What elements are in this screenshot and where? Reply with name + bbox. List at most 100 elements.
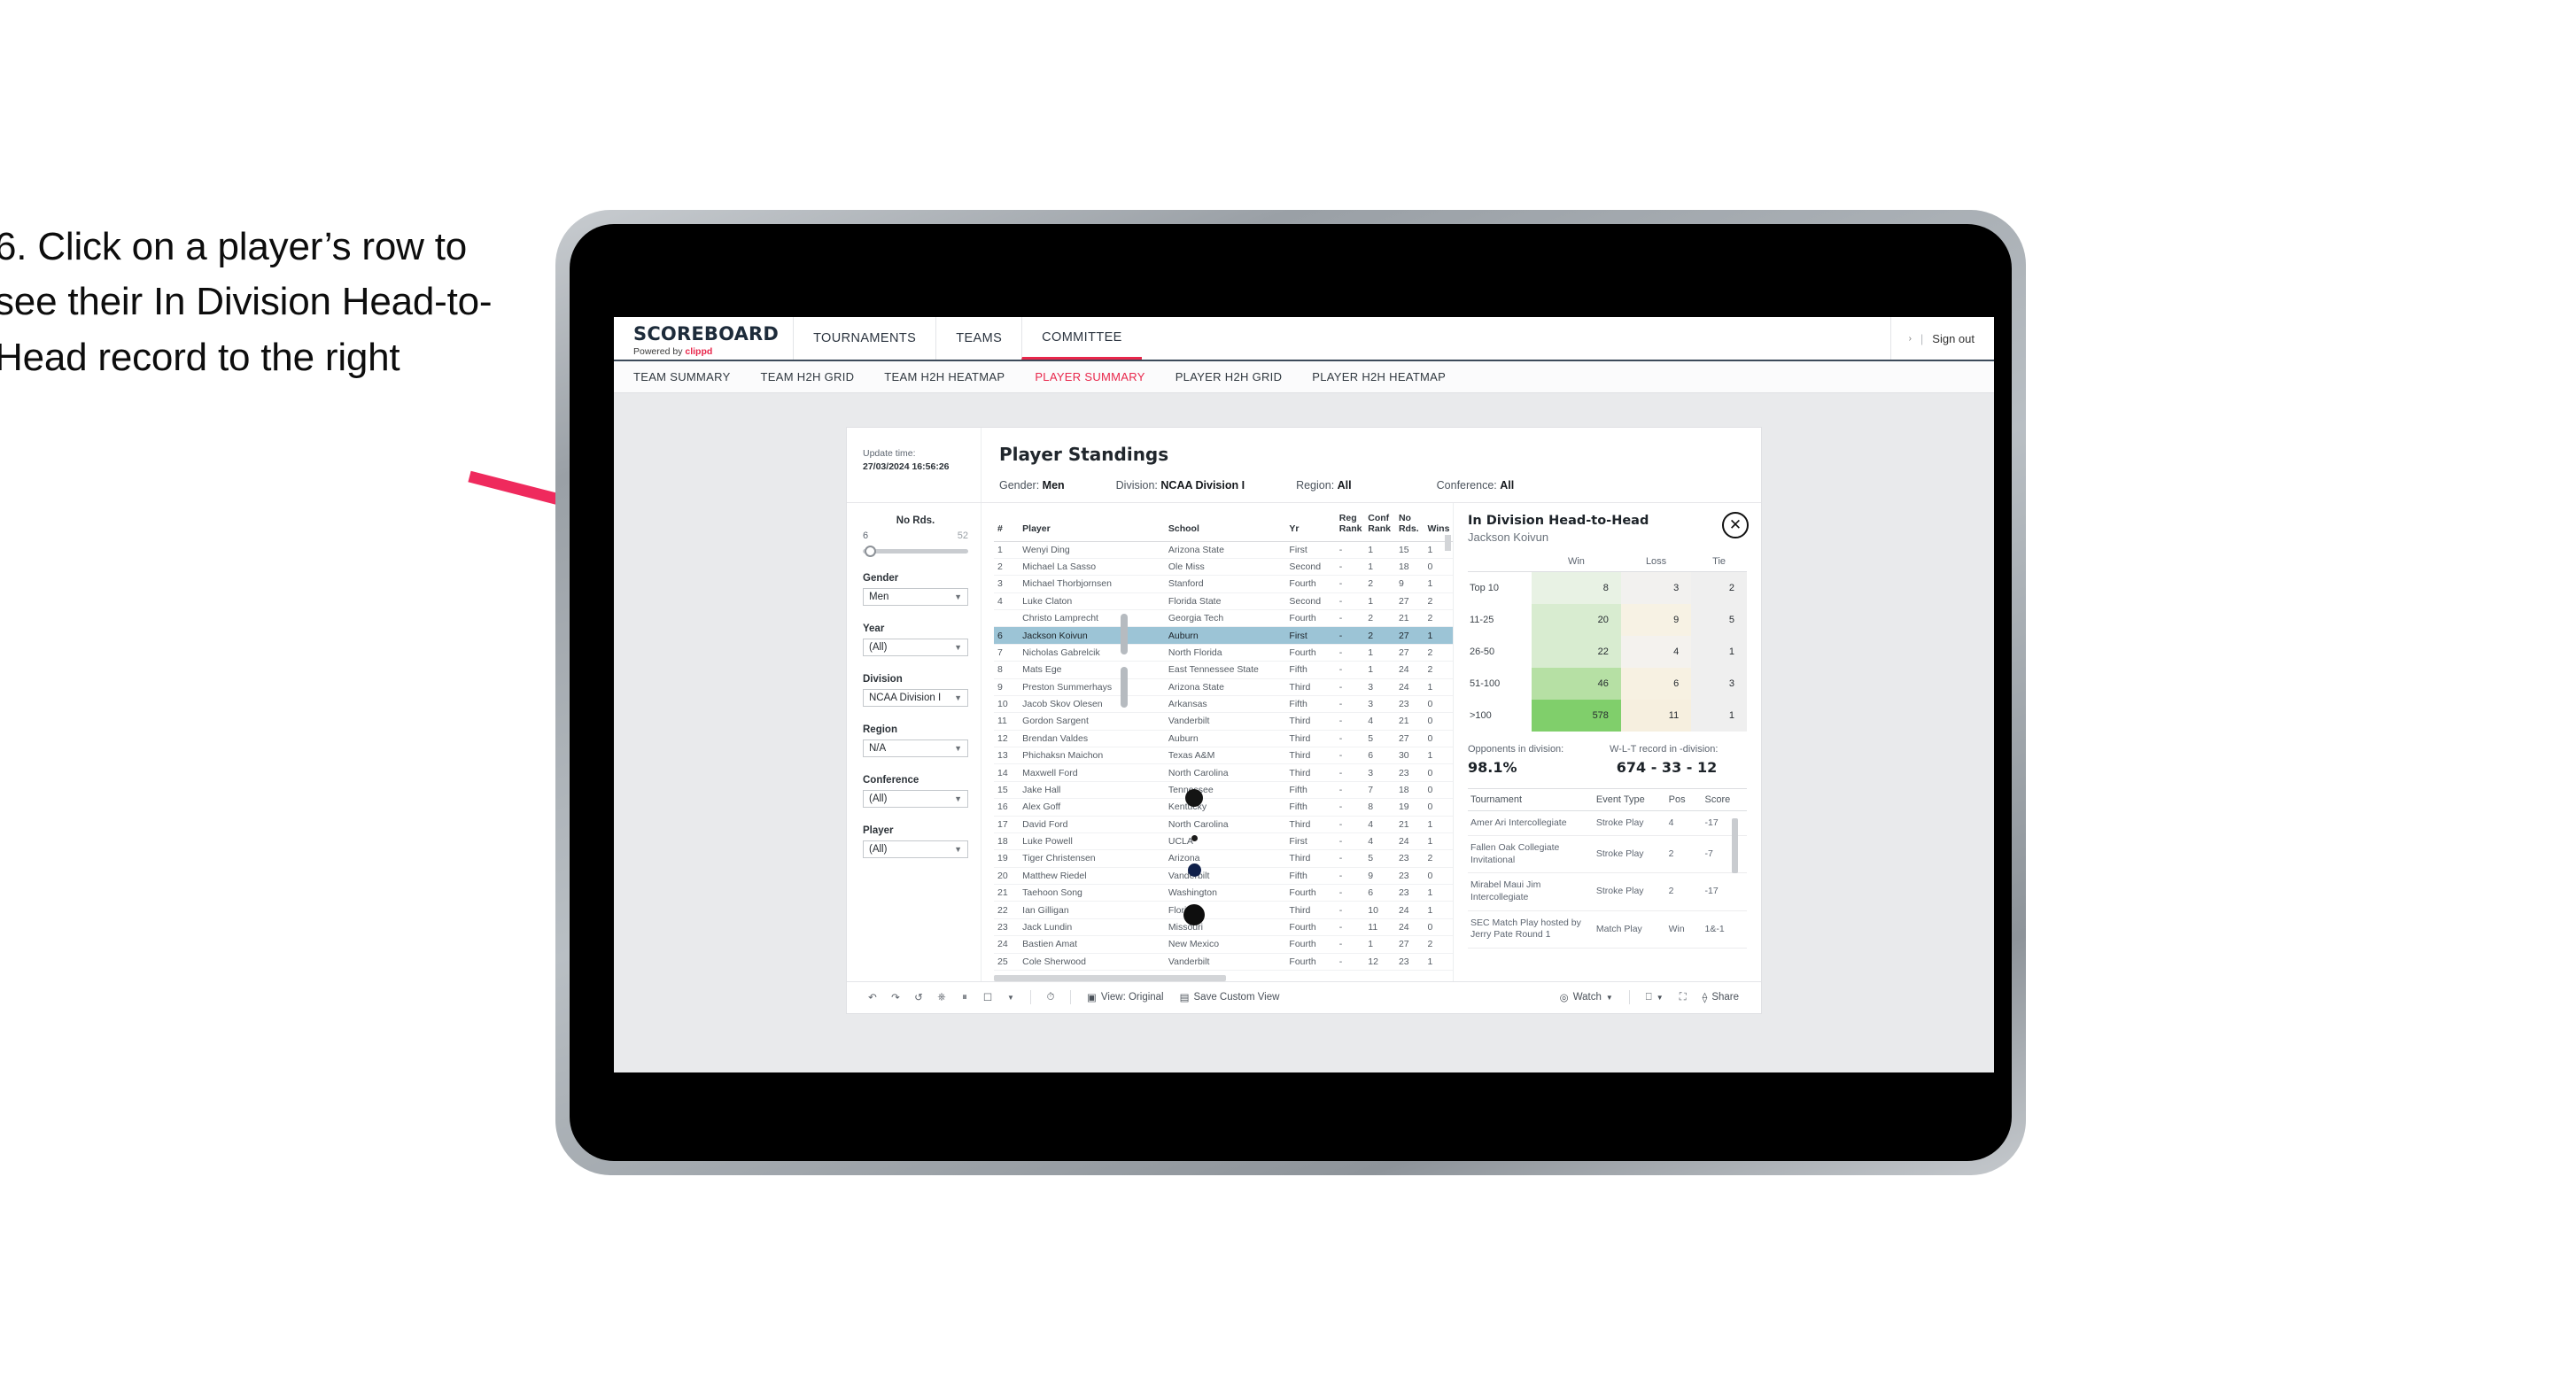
table-row[interactable]: 21 Taehoon Song Washington Fourth -6 23 1 [994,884,1453,902]
table-row[interactable]: 12 Brendan Valdes Auburn Third -5 27 0 [994,730,1453,748]
cell-school: Missouri [1164,918,1286,937]
refresh-icon[interactable]: ⎈ [930,986,953,1009]
conference-select[interactable]: (All) ▼ [863,790,968,808]
table-row[interactable]: 14 Maxwell Ford North Carolina Third -3 23 0 [994,763,1453,782]
chevron-right-icon[interactable]: › [1909,334,1912,344]
cell-reg-rank: - [1335,918,1365,937]
table-row[interactable]: 18 Luke Powell UCLA First -4 24 1 [994,832,1453,851]
col-score[interactable]: Score [1702,787,1747,811]
dashboard-card: Update time: 27/03/2024 16:56:26 Player … [846,427,1762,1014]
col-school[interactable]: School [1164,512,1286,542]
cell-score: -7 [1702,835,1747,874]
tournament-scrollbar[interactable] [1732,817,1738,873]
brand-logo[interactable]: SCOREBOARD Powered by clippd [614,317,793,360]
table-row[interactable]: 19 Tiger Christensen Arizona Third -5 23 2 [994,849,1453,868]
subscribe-button[interactable]: ⎕ ▼ [1638,992,1672,1003]
cell-school: Arizona State [1164,678,1286,696]
microphone [1183,904,1205,925]
col-tournament[interactable]: Tournament [1468,787,1594,811]
col-reg-rank[interactable]: Reg Rank [1335,512,1365,542]
col-rank[interactable]: # [994,512,1020,542]
pause-updates-icon[interactable]: ⏸ [953,986,976,1009]
col-player[interactable]: Player [1019,512,1165,542]
cell-wins: 0 [1424,712,1453,731]
col-event-type[interactable]: Event Type [1593,787,1666,811]
cell-player: Brendan Valdes [1019,730,1165,748]
col-no-rounds[interactable]: No Rds. [1394,512,1424,542]
subnav-player-h2h-grid[interactable]: PLAYER H2H GRID [1175,370,1283,383]
share-icon: ⟠ [1702,993,1708,1004]
share-button[interactable]: ⟠ Share [1695,991,1747,1003]
no-rounds-slider[interactable] [863,546,968,557]
tournament-row[interactable]: Amer Ari Intercollegiate Stroke Play 4 -17 [1468,810,1747,837]
cell-wins: 1 [1424,747,1453,765]
cell-pos: Win [1665,910,1703,949]
col-year[interactable]: Yr [1285,512,1336,542]
table-row[interactable]: 13 Phichaksn Maichon Texas A&M Third -6 30 1 [994,747,1453,765]
table-row[interactable]: 11 Gordon Sargent Vanderbilt Third -4 21 0 [994,712,1453,731]
subnav-team-summary[interactable]: TEAM SUMMARY [633,370,731,383]
table-row[interactable]: 23 Jack Lundin Missouri Fourth -11 24 0 [994,918,1453,937]
alert-caret-icon[interactable]: ▼ [999,986,1022,1009]
table-row[interactable]: 1 Wenyi Ding Arizona State First -1 15 1 [994,541,1453,559]
table-row[interactable]: 4 Luke Claton Florida State Second -1 27 2 [994,592,1453,611]
table-row[interactable]: 10 Jacob Skov Olesen Arkansas Fifth -3 23 0 [994,695,1453,714]
year-select[interactable]: (All) ▼ [863,639,968,656]
table-row[interactable]: 2 Michael La Sasso Ole Miss Second -1 18 0 [994,558,1453,577]
nav-tab-committee[interactable]: COMMITTEE [1021,317,1142,360]
view-original-button[interactable]: ▣ View: Original [1079,991,1172,1003]
undo-icon[interactable]: ↶ [861,986,884,1009]
sign-out-link[interactable]: Sign out [1932,332,1975,345]
table-row[interactable]: 15Jake HallTennesseeFifth-7180 [994,781,1453,800]
kpi-opponents: Opponents in division: 98.1% [1468,744,1610,776]
fullscreen-icon[interactable]: ⛶ [1672,986,1695,1009]
gender-select[interactable]: Men ▼ [863,588,968,606]
table-row[interactable]: 6 Jackson Koivun Auburn First -2 27 1 [994,626,1453,645]
nav-tab-teams[interactable]: TEAMS [935,317,1021,360]
table-row[interactable]: 16 Alex Goff Kentucky Fifth -8 19 0 [994,798,1453,817]
screenshot-stage: 6. Click on a player’s row to see their … [0,0,2576,1386]
tournament-row[interactable]: SEC Match Play hosted by Jerry Pate Roun… [1468,910,1747,949]
slider-handle[interactable] [865,546,876,557]
save-custom-view-button[interactable]: ▤ Save Custom View [1172,991,1288,1003]
table-row[interactable]: Christo Lamprecht Georgia Tech Fourth -2 21 2 [994,609,1453,628]
cell-wins: 0 [1424,763,1453,782]
col-conf-rank[interactable]: Conf Rank [1364,512,1395,542]
watch-button[interactable]: ◎ Watch ▼ [1552,991,1621,1003]
region-select[interactable]: N/A ▼ [863,739,968,757]
redo-icon[interactable]: ↷ [884,986,907,1009]
table-row[interactable]: 8 Mats Ege East Tennessee State Fifth -1 24 2 [994,661,1453,679]
tournament-row[interactable]: Mirabel Maui Jim Intercollegiate Stroke P… [1468,872,1747,911]
player-select[interactable]: (All) ▼ [863,840,968,858]
cell-school: Tennessee [1164,781,1286,800]
filter-field-conference: Conference (All) ▼ [863,775,968,808]
table-row[interactable]: 3 Michael Thorbjornsen Stanford Fourth -2 9 1 [994,575,1453,593]
subnav-team-h2h-heatmap[interactable]: TEAM H2H HEATMAP [884,370,1005,383]
col-pos[interactable]: Pos [1665,787,1703,811]
cell-rank: 8 [994,661,1020,679]
division-select[interactable]: NCAA Division I ▼ [863,689,968,707]
table-row[interactable]: 22 Ian Gilligan Florida Third -10 24 1 [994,901,1453,919]
dashboard-timer-icon[interactable]: ⏱ [1039,986,1062,1009]
standings-horizontal-scrollbar[interactable] [994,974,1226,981]
tournament-row[interactable]: Fallen Oak Collegiate Invitational Stroke… [1468,835,1747,874]
revert-icon[interactable]: ↺ [907,986,930,1009]
table-row[interactable]: 20 Matthew Riedel Vanderbilt Fifth -9 23 0 [994,867,1453,886]
filter-gender-value: Men [1042,479,1065,492]
alert-icon[interactable]: ☐ [976,986,999,1009]
volume-down-button[interactable] [1121,667,1128,708]
table-row[interactable]: 24 Bastien Amat New Mexico Fourth -1 27 2 [994,935,1453,954]
standings-vertical-scrollbar[interactable] [1445,535,1451,551]
table-row[interactable]: 25 Cole Sherwood Vanderbilt Fourth -12 23 1 [994,953,1453,971]
volume-up-button[interactable] [1121,614,1128,654]
cell-year: Third [1285,747,1336,765]
table-row[interactable]: 17 David Ford North Carolina Third -4 21 1 [994,816,1453,833]
no-rounds-min: 6 [863,530,869,541]
table-row[interactable]: 7 Nicholas Gabrelcik North Florida Fourth -1… [994,644,1453,662]
subnav-team-h2h-grid[interactable]: TEAM H2H GRID [761,370,855,383]
nav-tab-tournaments[interactable]: TOURNAMENTS [793,317,935,360]
close-icon[interactable]: ✕ [1722,512,1749,538]
table-row[interactable]: 9 Preston Summerhays Arizona State Third -3 2… [994,678,1453,696]
subnav-player-h2h-heatmap[interactable]: PLAYER H2H HEATMAP [1312,370,1446,383]
subnav-player-summary[interactable]: PLAYER SUMMARY [1035,370,1144,383]
